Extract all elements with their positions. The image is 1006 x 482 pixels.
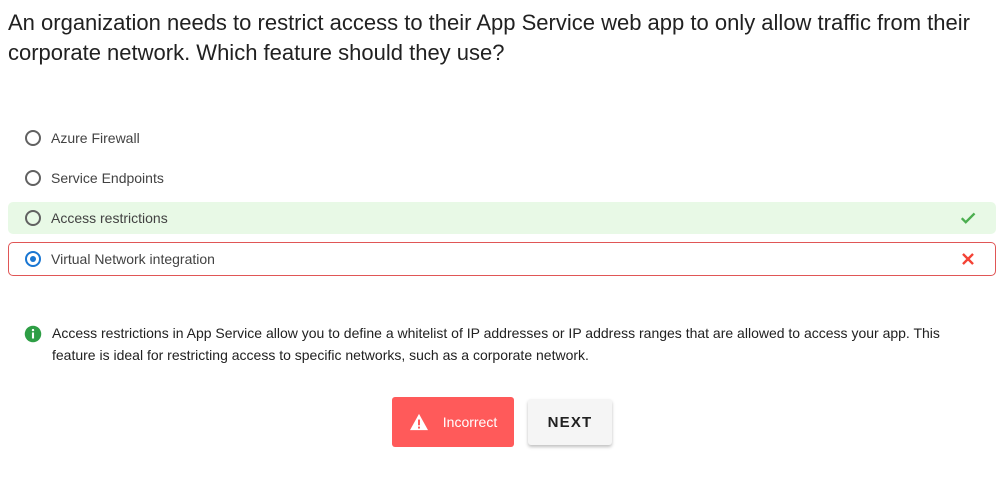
check-icon: [960, 212, 976, 224]
radio-button[interactable]: [25, 130, 41, 146]
radio-button[interactable]: [25, 170, 41, 186]
incorrect-result-button[interactable]: Incorrect: [392, 397, 514, 447]
radio-button-selected[interactable]: [25, 251, 41, 267]
explanation: Access restrictions in App Service allow…: [24, 322, 974, 366]
x-icon: [962, 253, 974, 265]
option-virtual-network-integration[interactable]: Virtual Network integration: [8, 242, 996, 276]
option-service-endpoints[interactable]: Service Endpoints: [8, 162, 996, 194]
option-label: Access restrictions: [51, 210, 168, 226]
option-label: Service Endpoints: [51, 170, 164, 186]
explanation-text: Access restrictions in App Service allow…: [52, 325, 940, 363]
option-label: Virtual Network integration: [51, 251, 215, 267]
info-icon: [24, 325, 42, 343]
next-button[interactable]: NEXT: [528, 399, 612, 445]
answer-options: Azure Firewall Service Endpoints Access …: [8, 122, 996, 284]
radio-button[interactable]: [25, 210, 41, 226]
incorrect-label: Incorrect: [442, 414, 498, 430]
option-azure-firewall[interactable]: Azure Firewall: [8, 122, 996, 154]
option-label: Azure Firewall: [51, 130, 140, 146]
option-access-restrictions[interactable]: Access restrictions: [8, 202, 996, 234]
question-text: An organization needs to restrict access…: [8, 10, 970, 65]
warning-icon: [409, 413, 428, 431]
